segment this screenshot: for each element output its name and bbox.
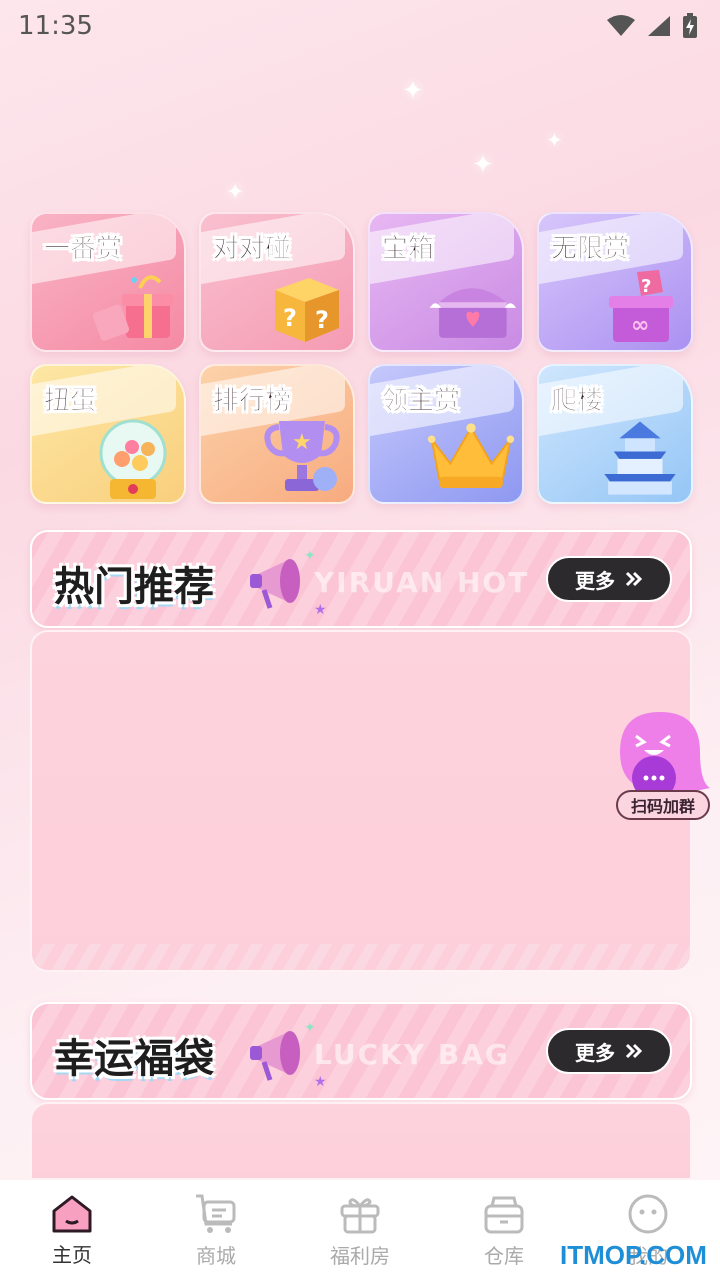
- hot-section-header: 热门推荐 ✦ ★ YIRUAN HOT 更多: [30, 530, 692, 628]
- double-chevron-right-icon: [625, 1043, 643, 1059]
- category-label: 宝箱: [382, 234, 435, 265]
- gacha-machine-icon: [88, 418, 178, 499]
- category-tile-palou[interactable]: 爬楼: [537, 364, 693, 504]
- status-bar: 11:35: [0, 0, 720, 52]
- sparkle-decoration: ✦: [472, 150, 494, 180]
- category-label: 扭蛋: [44, 386, 97, 417]
- tower-icon: [595, 418, 685, 498]
- sparkle-decoration: ✦: [546, 128, 563, 152]
- treasure-chest-icon: [426, 266, 516, 346]
- svg-text:★: ★: [292, 430, 312, 455]
- category-tile-niudan[interactable]: 扭蛋: [30, 364, 186, 504]
- box-icon: [484, 1196, 524, 1233]
- category-label: 一番赏: [44, 234, 123, 265]
- category-label: 排行榜: [213, 386, 292, 417]
- category-label: 无限赏: [551, 234, 630, 265]
- lucky-more-button[interactable]: 更多: [546, 1028, 672, 1074]
- tab-welfare[interactable]: 福利房: [288, 1192, 432, 1269]
- battery-icon: [683, 13, 697, 38]
- mystery-box-icon: ??: [257, 266, 347, 346]
- profile-icon: [628, 1194, 668, 1233]
- lucky-content-panel: [30, 1102, 692, 1180]
- category-tile-yifanshang[interactable]: 一番赏: [30, 212, 186, 352]
- scan-join-group-button[interactable]: 扫码加群: [614, 710, 714, 822]
- tab-label: 福利房: [330, 1243, 390, 1268]
- tab-shop[interactable]: 商城: [144, 1192, 288, 1269]
- tab-label: 商城: [196, 1243, 236, 1268]
- category-tile-paihangbang[interactable]: 排行榜 ★: [199, 364, 355, 504]
- section-subtitle-en: LUCKY BAG: [314, 1038, 510, 1071]
- sparkle-decoration: ✦: [402, 76, 424, 106]
- svg-text:?: ?: [315, 306, 329, 334]
- tab-warehouse[interactable]: 仓库: [432, 1192, 576, 1269]
- crown-icon: [426, 418, 516, 498]
- status-time: 11:35: [18, 11, 93, 41]
- category-label: 对对碰: [213, 234, 292, 265]
- status-icons: [606, 13, 698, 39]
- wifi-icon: [607, 15, 635, 36]
- cart-icon: [196, 1194, 236, 1233]
- scan-join-group-label: 扫码加群: [616, 790, 710, 820]
- ghost-mascot-icon: [620, 712, 710, 796]
- svg-text:★: ★: [314, 1074, 327, 1088]
- question-gift-icon: ? ∞: [595, 266, 685, 346]
- lucky-section-header: 幸运福袋 ✦ ★ LUCKY BAG 更多: [30, 1002, 692, 1100]
- category-label: 爬楼: [551, 386, 604, 417]
- tab-home[interactable]: 主页: [0, 1193, 144, 1268]
- hot-more-button[interactable]: 更多: [546, 556, 672, 602]
- category-tile-baoxiang[interactable]: 宝箱: [368, 212, 524, 352]
- gift-icon: [340, 1197, 380, 1233]
- section-subtitle-en: YIRUAN HOT: [314, 566, 530, 599]
- more-button-label: 更多: [575, 568, 615, 593]
- trophy-icon: ★: [257, 418, 347, 498]
- svg-text:∞: ∞: [631, 313, 649, 338]
- sparkle-decoration: ✦: [226, 180, 245, 205]
- more-button-label: 更多: [575, 1040, 615, 1065]
- svg-text:?: ?: [283, 304, 297, 332]
- watermark: ITMOP.COM: [560, 1240, 707, 1270]
- home-icon: [52, 1195, 92, 1232]
- double-chevron-right-icon: [625, 571, 643, 587]
- section-title: 幸运福袋: [54, 1036, 214, 1082]
- svg-text:✦: ✦: [304, 548, 316, 564]
- category-tile-wuxianshang[interactable]: 无限赏 ? ∞: [537, 212, 693, 352]
- category-label: 领主赏: [382, 386, 461, 417]
- hot-content-panel: [30, 630, 692, 972]
- gift-box-icon: [88, 266, 178, 346]
- svg-text:★: ★: [314, 602, 327, 616]
- svg-text:?: ?: [641, 276, 651, 297]
- category-grid: 一番赏 对对碰 ?? 宝箱 无限赏 ? ∞ 扭蛋 排行榜 ★ 领主赏 爬楼: [30, 212, 694, 504]
- section-title: 热门推荐: [54, 564, 214, 610]
- tab-label: 仓库: [484, 1243, 524, 1268]
- tab-label: 主页: [52, 1242, 92, 1267]
- category-tile-lingzhushang[interactable]: 领主赏: [368, 364, 524, 504]
- category-tile-duiduipeng[interactable]: 对对碰 ??: [199, 212, 355, 352]
- svg-text:✦: ✦: [304, 1020, 316, 1036]
- signal-icon: [648, 16, 670, 36]
